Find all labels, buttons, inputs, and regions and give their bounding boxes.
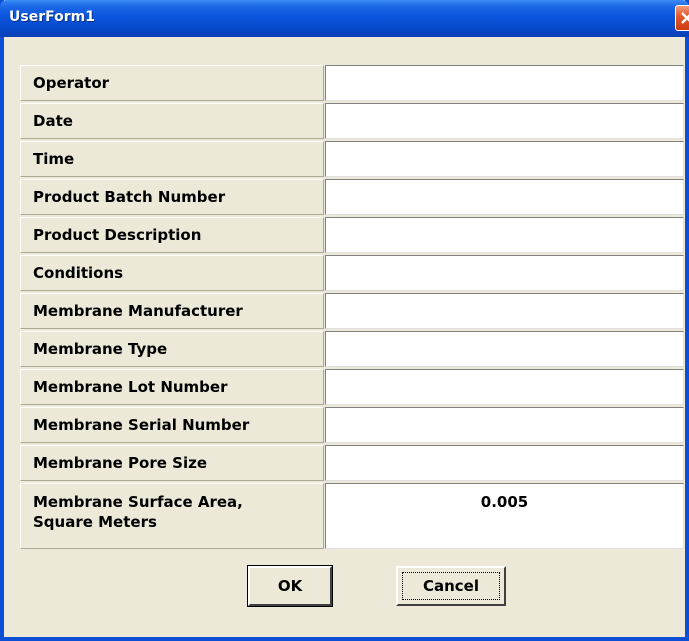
userform-window: UserForm1 Operator Date Time Product Bat…: [0, 0, 689, 641]
date-field[interactable]: [325, 103, 684, 139]
form-row-time: Time: [20, 141, 684, 177]
close-button[interactable]: [675, 5, 689, 31]
membrane-pore-size-label: Membrane Pore Size: [20, 445, 324, 481]
form-row-membrane-type: Membrane Type: [20, 331, 684, 367]
membrane-lot-number-field[interactable]: [325, 369, 684, 405]
form-row-product-description: Product Description: [20, 217, 684, 253]
membrane-manufacturer-label: Membrane Manufacturer: [20, 293, 324, 329]
cancel-button[interactable]: Cancel: [396, 566, 506, 606]
time-label: Time: [20, 141, 324, 177]
date-label: Date: [20, 103, 324, 139]
membrane-surface-area-label: Membrane Surface Area, Square Meters: [20, 483, 324, 549]
form-row-membrane-pore-size: Membrane Pore Size: [20, 445, 684, 481]
window-title: UserForm1: [9, 9, 95, 25]
form-row-membrane-surface-area: Membrane Surface Area, Square Meters 0.0…: [20, 483, 684, 549]
membrane-manufacturer-field[interactable]: [325, 293, 684, 329]
time-field[interactable]: [325, 141, 684, 177]
operator-field[interactable]: [325, 65, 684, 101]
form-row-membrane-lot-number: Membrane Lot Number: [20, 369, 684, 405]
membrane-type-field[interactable]: [325, 331, 684, 367]
membrane-surface-area-field[interactable]: 0.005: [325, 483, 684, 549]
focus-indicator: [402, 572, 500, 600]
membrane-pore-size-field[interactable]: [325, 445, 684, 481]
membrane-lot-number-label: Membrane Lot Number: [20, 369, 324, 405]
form-row-date: Date: [20, 103, 684, 139]
membrane-surface-area-label-line1: Membrane Surface Area,: [33, 493, 243, 511]
membrane-serial-number-field[interactable]: [325, 407, 684, 443]
form-row-conditions: Conditions: [20, 255, 684, 291]
product-description-label: Product Description: [20, 217, 324, 253]
product-description-field[interactable]: [325, 217, 684, 253]
form-row-membrane-serial-number: Membrane Serial Number: [20, 407, 684, 443]
title-bar[interactable]: UserForm1: [0, 0, 689, 37]
membrane-surface-area-label-line2: Square Meters: [33, 513, 157, 531]
conditions-label: Conditions: [20, 255, 324, 291]
product-batch-number-field[interactable]: [325, 179, 684, 215]
form-row-product-batch-number: Product Batch Number: [20, 179, 684, 215]
operator-label: Operator: [20, 65, 324, 101]
membrane-type-label: Membrane Type: [20, 331, 324, 367]
close-icon: [681, 12, 689, 24]
form-row-membrane-manufacturer: Membrane Manufacturer: [20, 293, 684, 329]
product-batch-number-label: Product Batch Number: [20, 179, 324, 215]
membrane-serial-number-label: Membrane Serial Number: [20, 407, 324, 443]
ok-button[interactable]: OK: [247, 565, 333, 607]
form-row-operator: Operator: [20, 65, 684, 101]
conditions-field[interactable]: [325, 255, 684, 291]
